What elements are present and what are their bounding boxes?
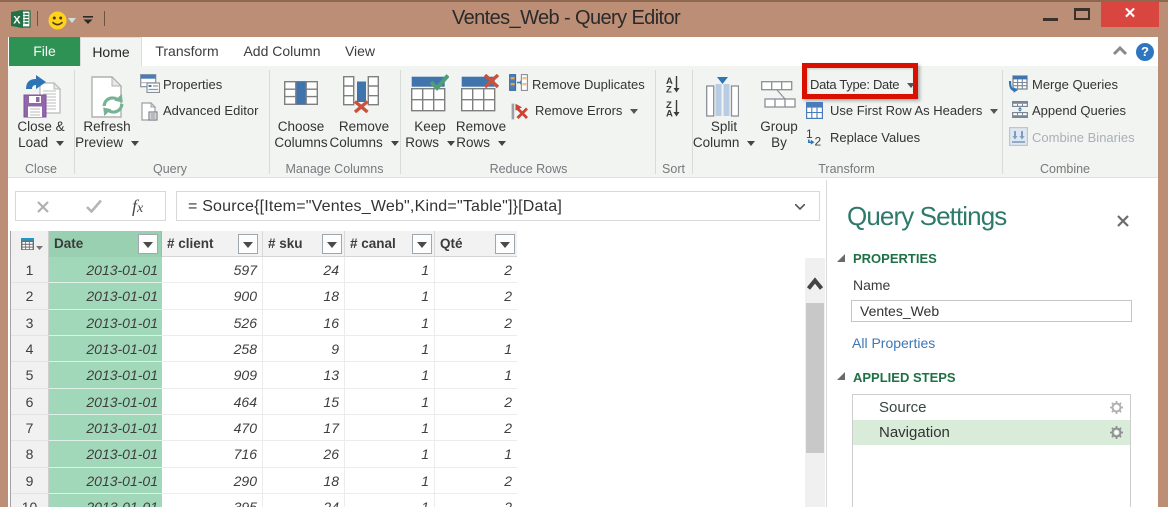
svg-text:1: 1 [806,128,813,141]
svg-text:Z: Z [666,85,672,94]
svg-text:X: X [13,15,21,27]
svg-text:A: A [666,109,673,118]
svg-text:2: 2 [815,135,822,147]
